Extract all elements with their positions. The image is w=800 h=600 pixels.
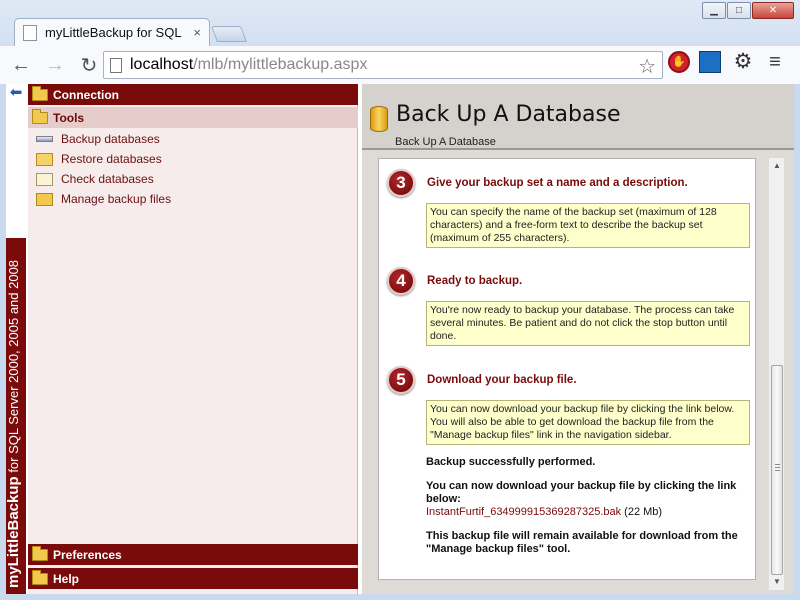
step-number-badge: 3 <box>387 169 415 197</box>
page-favicon-icon <box>23 24 37 41</box>
backup-drive-icon <box>36 136 53 142</box>
brand-strip: myLittleBackup for SQL Server 2000, 2005… <box>5 238 26 594</box>
success-message: Backup successfully performed. <box>426 456 595 468</box>
sidebar-item-label: Backup databases <box>61 132 160 146</box>
page-title: Back Up A Database <box>396 102 621 127</box>
sidebar-section-help[interactable]: Help <box>28 568 358 589</box>
tab-title: myLittleBackup for SQL Se <box>45 25 185 40</box>
step-title: Ready to backup. <box>427 275 523 287</box>
scroll-up-icon[interactable]: ▲ <box>769 158 785 174</box>
browser-chrome: ▁ □ ✕ myLittleBackup for SQL Se × ← → ↻ … <box>0 0 800 84</box>
sidebar-item-manage-backup-files[interactable]: Manage backup files <box>36 190 171 208</box>
scroll-thumb[interactable] <box>771 365 783 575</box>
folder-icon <box>32 569 48 585</box>
url-host: localhost <box>130 56 194 73</box>
tab-close-icon[interactable]: × <box>193 25 201 40</box>
grip-icon <box>775 464 780 471</box>
minimize-button[interactable]: ▁ <box>702 2 726 19</box>
step-number-badge: 5 <box>387 366 415 394</box>
step-title: Download your backup file. <box>427 374 577 386</box>
window-frame-right <box>794 84 800 600</box>
sidebar-item-label: Restore databases <box>61 152 162 166</box>
step-note: You're now ready to backup your database… <box>426 301 750 346</box>
url-path: /mlb/mylittlebackup.aspx <box>193 56 368 73</box>
step-title: Give your backup set a name and a descri… <box>427 177 688 189</box>
availability-note: This backup file will remain available f… <box>426 530 746 556</box>
scroll-down-icon[interactable]: ▼ <box>769 574 785 590</box>
content-scrollbar[interactable]: ▲ ▼ <box>768 158 784 590</box>
window-controls: ▁ □ ✕ <box>701 2 794 19</box>
restore-folder-icon <box>36 152 53 166</box>
availability-text: This backup file will remain available f… <box>426 530 738 555</box>
sidebar-item-check-databases[interactable]: Check databases <box>36 170 154 188</box>
page-icon <box>110 57 122 73</box>
brand-text: myLittleBackup for SQL Server 2000, 2005… <box>5 232 22 588</box>
manage-files-icon <box>36 192 53 206</box>
download-file-row: InstantFurtif_634999915369287325.bak (22… <box>426 506 662 518</box>
stop-extension-icon[interactable]: ✋ <box>668 51 690 73</box>
sidebar-section-connection[interactable]: Connection <box>28 84 358 105</box>
address-bar[interactable]: localhost /mlb/mylittlebackup.aspx ☆ <box>103 51 663 79</box>
sidebar-item-label: Check databases <box>61 172 154 186</box>
page-header: Back Up A Database Back Up A Database <box>362 84 794 150</box>
download-prompt-text: You can now download your backup file by… <box>426 480 737 505</box>
window-frame-bottom <box>0 594 800 600</box>
navigation-sidebar: Connection Tools Backup databases Restor… <box>28 84 358 594</box>
sidebar-section-label: Tools <box>53 110 85 125</box>
folder-icon <box>32 545 48 561</box>
download-prompt: You can now download your backup file by… <box>426 480 746 506</box>
check-document-icon <box>36 172 53 186</box>
step-note: You can specify the name of the backup s… <box>426 203 750 248</box>
forward-icon[interactable]: → <box>42 52 68 78</box>
sidebar-section-label: Help <box>53 571 80 586</box>
menu-icon[interactable]: ≡ <box>764 51 786 73</box>
back-icon[interactable]: ← <box>8 52 34 78</box>
wizard-panel: 3 Give your backup set a name and a desc… <box>378 158 756 580</box>
brand-subtitle: for SQL Server 2000, 2005 and 2008 <box>6 259 21 477</box>
brand-name: myLittleBackup <box>5 476 22 588</box>
sidebar-section-label: Preferences <box>53 547 122 562</box>
open-folder-icon <box>32 108 48 124</box>
breadcrumb: Back Up A Database <box>395 136 496 148</box>
close-window-button[interactable]: ✕ <box>752 2 794 19</box>
step-note: You can now download your backup file by… <box>426 400 750 445</box>
folder-icon <box>32 85 48 101</box>
database-icon <box>370 106 388 132</box>
gear-icon[interactable]: ⚙ <box>732 51 754 73</box>
maximize-button[interactable]: □ <box>727 2 751 19</box>
sidebar-section-tools[interactable]: Tools <box>28 107 358 128</box>
sidebar-item-label: Manage backup files <box>61 192 172 206</box>
step-number-badge: 4 <box>387 267 415 295</box>
success-text: Backup successfully performed. <box>426 456 596 468</box>
bookmark-star-icon[interactable]: ☆ <box>638 54 656 79</box>
sidebar-item-restore-databases[interactable]: Restore databases <box>36 150 162 168</box>
sidebar-section-preferences[interactable]: Preferences <box>28 544 358 565</box>
new-tab-button[interactable] <box>211 26 247 42</box>
collapse-sidebar-icon[interactable]: ⬅ <box>6 84 26 104</box>
screen-extension-icon[interactable] <box>699 51 721 73</box>
browser-tab[interactable]: myLittleBackup for SQL Se × <box>14 18 210 46</box>
file-size: (22 Mb) <box>624 506 663 518</box>
backup-file-link[interactable]: InstantFurtif_634999915369287325.bak <box>426 506 621 518</box>
sidebar-section-label: Connection <box>53 87 119 102</box>
sidebar-item-backup-databases[interactable]: Backup databases <box>36 130 160 148</box>
reload-icon[interactable]: ↻ <box>76 52 102 78</box>
